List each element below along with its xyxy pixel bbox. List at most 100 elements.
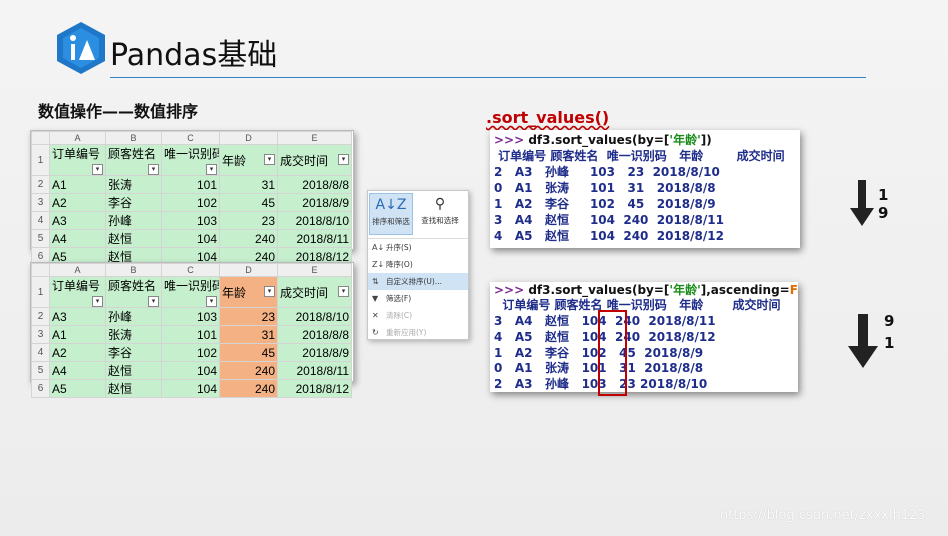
table-cell[interactable]: 赵恒: [105, 361, 162, 380]
table-row: 5 A4 赵恒 104 240 2018/8/11: [31, 229, 352, 248]
table-cell[interactable]: 240: [219, 379, 278, 398]
filter-dropdown-icon[interactable]: ▾: [148, 164, 159, 175]
table-cell[interactable]: A1: [49, 325, 106, 344]
col-letter: C: [161, 131, 220, 145]
header-cell[interactable]: 唯一识别码 ▾: [161, 276, 220, 308]
filter-dropdown-icon[interactable]: ▾: [338, 153, 349, 165]
filter-dropdown-icon[interactable]: ▾: [92, 164, 103, 175]
header-cell[interactable]: 成交时间 ▾: [277, 276, 352, 308]
menu-item[interactable]: Z↓ 降序(O): [368, 256, 468, 273]
filter-dropdown-icon[interactable]: ▾: [148, 296, 159, 307]
table-cell[interactable]: 45: [219, 193, 278, 212]
header-cell[interactable]: 年龄 ▾: [219, 144, 278, 176]
table-cell[interactable]: A2: [49, 343, 106, 362]
excel-sort-filter-menu: A↓Z 排序和筛选 ⚲ 查找和选择 A↓ 升序(S) Z↓ 降序(O) ⇅ 自定义排序(U…: [367, 190, 469, 340]
table-cell[interactable]: 102: [161, 343, 220, 362]
header-cell[interactable]: 订单编号 ▾: [49, 144, 106, 176]
header-cell[interactable]: 顾客姓名 ▾: [105, 276, 162, 308]
desc-bottom-digit: 1: [884, 334, 895, 352]
table-cell[interactable]: 2018/8/9: [277, 343, 352, 362]
table-cell[interactable]: 103: [161, 307, 220, 326]
table-cell[interactable]: 240: [219, 229, 278, 248]
filter-dropdown-icon[interactable]: ▾: [92, 296, 103, 307]
table-cell[interactable]: A3: [49, 211, 106, 230]
table-cell[interactable]: 102: [161, 193, 220, 212]
table-cell[interactable]: 104: [161, 379, 220, 398]
table-cell[interactable]: 45: [219, 343, 278, 362]
table-cell[interactable]: 101: [161, 325, 220, 344]
table-cell[interactable]: 2018/8/12: [277, 379, 352, 398]
binoculars-icon: ⚲: [434, 196, 446, 212]
table-cell[interactable]: 孙峰: [105, 211, 162, 230]
row-number: 5: [31, 229, 50, 248]
table-cell[interactable]: 2018/8/11: [277, 229, 352, 248]
sort-asc-icon: A↓: [372, 243, 385, 252]
console-descending: >>> df3.sort_values(by=['年龄'],ascending=…: [490, 282, 798, 392]
table-cell[interactable]: 张涛: [105, 175, 162, 194]
col-letter: C: [161, 263, 220, 277]
table-cell[interactable]: 2018/8/10: [277, 211, 352, 230]
row-number: 4: [31, 211, 50, 230]
table-cell[interactable]: 103: [161, 211, 220, 230]
menu-item[interactable]: ↻ 重新应用(Y): [368, 324, 468, 341]
table-cell[interactable]: 2018/8/10: [277, 307, 352, 326]
table-cell[interactable]: A4: [49, 229, 106, 248]
row-number: 4: [31, 343, 50, 362]
row-number: 1: [31, 276, 50, 308]
table-cell[interactable]: 23: [219, 307, 278, 326]
dataframe-row: 4 A5 赵恒 104 240 2018/8/12: [494, 229, 724, 243]
table-cell[interactable]: 赵恒: [105, 379, 162, 398]
filter-dropdown-icon[interactable]: ▾: [206, 164, 217, 175]
col-letter: D: [219, 131, 278, 145]
find-select-button[interactable]: ⚲ 查找和选择: [418, 193, 462, 235]
menu-item[interactable]: A↓ 升序(S): [368, 239, 468, 256]
table-cell[interactable]: 23: [219, 211, 278, 230]
filter-dropdown-icon[interactable]: ▾: [338, 285, 349, 297]
table-cell[interactable]: 104: [161, 361, 220, 380]
table-cell[interactable]: 101: [161, 175, 220, 194]
table-cell[interactable]: 2018/8/9: [277, 193, 352, 212]
col-letter: E: [277, 263, 352, 277]
ribbon: A↓Z 排序和筛选 ⚲ 查找和选择: [368, 191, 468, 239]
asc-bottom-digit: 9: [878, 204, 889, 222]
col-letter: A: [49, 263, 106, 277]
table-row: 2 A1 张涛 101 31 2018/8/8: [31, 175, 352, 194]
table-cell[interactable]: 31: [219, 175, 278, 194]
table-cell[interactable]: 240: [219, 361, 278, 380]
method-label: .sort_values(): [486, 108, 610, 127]
sort-filter-button[interactable]: A↓Z 排序和筛选: [369, 193, 413, 235]
table-cell[interactable]: 31: [219, 325, 278, 344]
filter-dropdown-icon[interactable]: ▾: [206, 296, 217, 307]
table-cell[interactable]: A1: [49, 175, 106, 194]
col-letter: E: [277, 131, 352, 145]
table-cell[interactable]: 李谷: [105, 343, 162, 362]
header-cell[interactable]: 唯一识别码 ▾: [161, 144, 220, 176]
table-row: 4 A2 李谷 102 45 2018/8/9: [31, 343, 352, 362]
filter-dropdown-icon[interactable]: ▾: [264, 153, 275, 165]
header-cell[interactable]: 订单编号 ▾: [49, 276, 106, 308]
table-cell[interactable]: A2: [49, 193, 106, 212]
table-cell[interactable]: 孙峰: [105, 307, 162, 326]
table-cell[interactable]: 2018/8/8: [277, 325, 352, 344]
table-cell[interactable]: 104: [161, 229, 220, 248]
table-cell[interactable]: 2018/8/8: [277, 175, 352, 194]
age-column-highlight: [598, 310, 627, 396]
dataframe-row: 1 A2 李谷 102 45 2018/8/9: [494, 197, 716, 211]
table-cell[interactable]: 2018/8/11: [277, 361, 352, 380]
menu-item[interactable]: ⇅ 自定义排序(U)...: [368, 273, 468, 290]
table-cell[interactable]: A5: [49, 379, 106, 398]
menu-item[interactable]: ✕ 清除(C): [368, 307, 468, 324]
header-cell[interactable]: 成交时间 ▾: [277, 144, 352, 176]
header-cell[interactable]: 顾客姓名 ▾: [105, 144, 162, 176]
row-number: 1: [31, 144, 50, 176]
header-cell[interactable]: 年龄 ▾: [219, 276, 278, 308]
menu-item[interactable]: ▼ 筛选(F): [368, 290, 468, 307]
excel-table-sorted: A B C D E 1 订单编号 ▾ 顾客姓名 ▾ 唯一识别码 ▾ 年龄 ▾ 成交时间 ▾ 2 A3 孙峰…: [30, 262, 354, 398]
table-cell[interactable]: 李谷: [105, 193, 162, 212]
table-cell[interactable]: 赵恒: [105, 229, 162, 248]
table-cell[interactable]: A3: [49, 307, 106, 326]
table-cell[interactable]: A4: [49, 361, 106, 380]
table-cell[interactable]: 张涛: [105, 325, 162, 344]
watermark: https://blog.csdn.net/zxxxlh123: [720, 508, 926, 523]
filter-dropdown-icon[interactable]: ▾: [264, 285, 275, 297]
